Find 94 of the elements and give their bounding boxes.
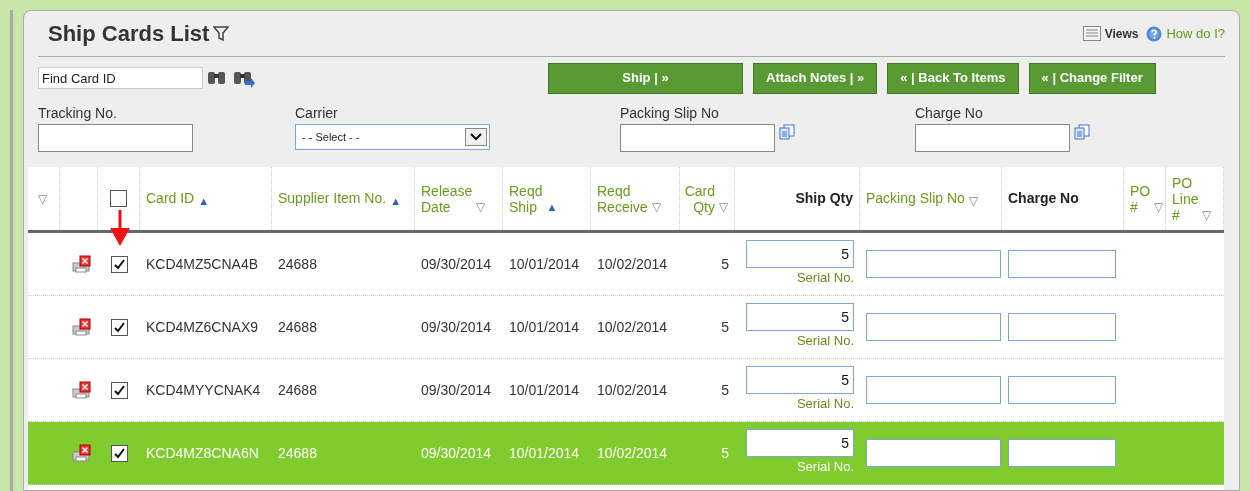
text-field[interactable] bbox=[866, 376, 1001, 404]
table-cell-text: KCD4MZ5CNA4B bbox=[146, 254, 259, 274]
field-label: Charge No bbox=[915, 104, 984, 123]
table-cell-text: 10/01/2014 bbox=[509, 443, 580, 463]
table-cell-text: 09/30/2014 bbox=[421, 380, 492, 400]
text-field[interactable] bbox=[915, 124, 1070, 152]
field-label: Carrier bbox=[295, 104, 339, 123]
table-cell-text: 10/02/2014 bbox=[597, 380, 668, 400]
sort-ascending-icon[interactable]: ▲ bbox=[198, 193, 210, 209]
chevron-down-icon[interactable] bbox=[465, 128, 487, 146]
field-label: Tracking No. bbox=[38, 104, 118, 123]
checkbox[interactable] bbox=[110, 190, 127, 207]
sort-descending-icon[interactable]: ▽ bbox=[651, 198, 661, 215]
table-cell-text: 09/30/2014 bbox=[421, 317, 492, 337]
text-field[interactable] bbox=[1008, 250, 1116, 278]
text-field[interactable] bbox=[866, 250, 1001, 278]
table-cell-text: 24688 bbox=[278, 254, 317, 274]
quantity-field[interactable]: 5 bbox=[746, 429, 854, 458]
sort-ascending-icon[interactable]: ▲ bbox=[546, 198, 558, 215]
printer-delete-icon[interactable] bbox=[72, 255, 92, 273]
sort-descending-icon[interactable]: ▽ bbox=[719, 198, 728, 215]
printer-delete-icon[interactable] bbox=[72, 381, 92, 399]
column-header[interactable]: Reqd Ship bbox=[509, 182, 543, 215]
text-field[interactable] bbox=[1008, 439, 1116, 467]
printer-delete-icon[interactable] bbox=[72, 444, 92, 462]
table-row[interactable]: KCD4MZ8CNA6N 24688 09/30/2014 10/01/2014 10/02/2014 5 5 Serial No. bbox=[28, 422, 1224, 485]
table-cell-text: 09/30/2014 bbox=[421, 443, 492, 463]
serial-number-link[interactable]: Serial No. bbox=[796, 394, 854, 414]
help-link[interactable]: How do I? bbox=[1166, 23, 1225, 44]
table-cell-text: 5 bbox=[721, 254, 729, 274]
table-cell-text: 10/01/2014 bbox=[509, 254, 580, 274]
action-button[interactable]: Attach Notes | » bbox=[753, 62, 878, 94]
text-field[interactable] bbox=[866, 313, 1001, 341]
table-cell-text: 24688 bbox=[278, 380, 317, 400]
table-cell-text: 10/02/2014 bbox=[597, 443, 668, 463]
printer-delete-icon[interactable] bbox=[72, 318, 92, 336]
table-cell-text: 24688 bbox=[278, 317, 317, 337]
action-button[interactable]: « | Change Filter bbox=[1028, 62, 1156, 94]
sort-descending-icon[interactable]: ▽ bbox=[476, 198, 486, 215]
serial-number-link[interactable]: Serial No. bbox=[796, 331, 854, 351]
table-cell-text: 10/01/2014 bbox=[509, 317, 580, 337]
lookup-icon[interactable] bbox=[1074, 124, 1090, 140]
column-header[interactable]: Card ID bbox=[146, 188, 195, 209]
text-field[interactable] bbox=[866, 439, 1001, 467]
text-field[interactable] bbox=[38, 124, 193, 152]
sort-descending-icon[interactable]: ▽ bbox=[968, 193, 978, 209]
table-cell-text: 10/02/2014 bbox=[597, 317, 668, 337]
text-field[interactable] bbox=[1008, 376, 1116, 404]
sort-descending-icon[interactable]: ▽ bbox=[1202, 206, 1212, 223]
column-header[interactable]: Reqd Receive bbox=[597, 182, 648, 215]
serial-number-link[interactable]: Serial No. bbox=[796, 268, 854, 288]
table-cell-text: KCD4MZ6CNAX9 bbox=[146, 317, 259, 337]
action-button[interactable]: « | Back To Items bbox=[887, 62, 1019, 94]
help-icon[interactable] bbox=[1146, 25, 1163, 42]
lookup-icon[interactable] bbox=[779, 124, 795, 140]
table-cell-text: 5 bbox=[721, 317, 729, 337]
quantity-field[interactable]: 5 bbox=[746, 303, 854, 332]
quantity-field[interactable]: 5 bbox=[746, 366, 854, 395]
column-header[interactable]: Release Date bbox=[421, 182, 473, 215]
action-button[interactable]: Ship | » bbox=[548, 62, 743, 94]
column-header[interactable]: Supplier Item No. bbox=[278, 188, 387, 209]
views-link[interactable]: Views bbox=[1104, 24, 1139, 43]
table-cell-text: KCD4MYYCNAK4 bbox=[146, 380, 261, 400]
text-field[interactable] bbox=[1008, 313, 1116, 341]
table-cell-text: 10/01/2014 bbox=[509, 380, 580, 400]
column-header[interactable]: Card Qty bbox=[684, 182, 715, 215]
list-icon[interactable] bbox=[1082, 26, 1101, 41]
sort-descending-icon[interactable]: ▽ bbox=[38, 190, 47, 207]
checkbox[interactable] bbox=[110, 318, 128, 336]
column-header[interactable]: Packing Slip No bbox=[866, 188, 965, 209]
column-header[interactable]: PO # bbox=[1130, 182, 1151, 215]
filter-icon[interactable] bbox=[213, 26, 230, 41]
sort-ascending-icon[interactable]: ▲ bbox=[390, 193, 402, 209]
page-title: Ship Cards List bbox=[48, 20, 210, 48]
checkbox[interactable] bbox=[110, 255, 128, 273]
search-field[interactable]: Find Card ID bbox=[38, 67, 203, 89]
table-cell-text: 5 bbox=[721, 443, 729, 463]
text-field[interactable] bbox=[620, 124, 775, 152]
serial-number-link[interactable]: Serial No. bbox=[796, 457, 854, 477]
arrow-annotation bbox=[110, 210, 130, 246]
checkbox[interactable] bbox=[110, 381, 128, 399]
table-cell-text: 24688 bbox=[278, 443, 317, 463]
column-header: Ship Qty bbox=[795, 189, 853, 208]
field-label: Packing Slip No bbox=[620, 104, 720, 123]
table-cell-text: KCD4MZ8CNA6N bbox=[146, 443, 259, 463]
column-header[interactable]: PO Line # bbox=[1172, 174, 1199, 223]
checkbox[interactable] bbox=[110, 444, 128, 462]
table-cell-text: 09/30/2014 bbox=[421, 254, 492, 274]
table-cell-text: 10/02/2014 bbox=[597, 254, 668, 274]
quantity-field[interactable]: 5 bbox=[746, 240, 854, 269]
table-cell-text: 5 bbox=[721, 380, 729, 400]
sort-descending-icon[interactable]: ▽ bbox=[1154, 198, 1164, 215]
carrier-select[interactable]: - - Select - - bbox=[295, 124, 490, 150]
column-header: Charge No bbox=[1008, 189, 1079, 208]
